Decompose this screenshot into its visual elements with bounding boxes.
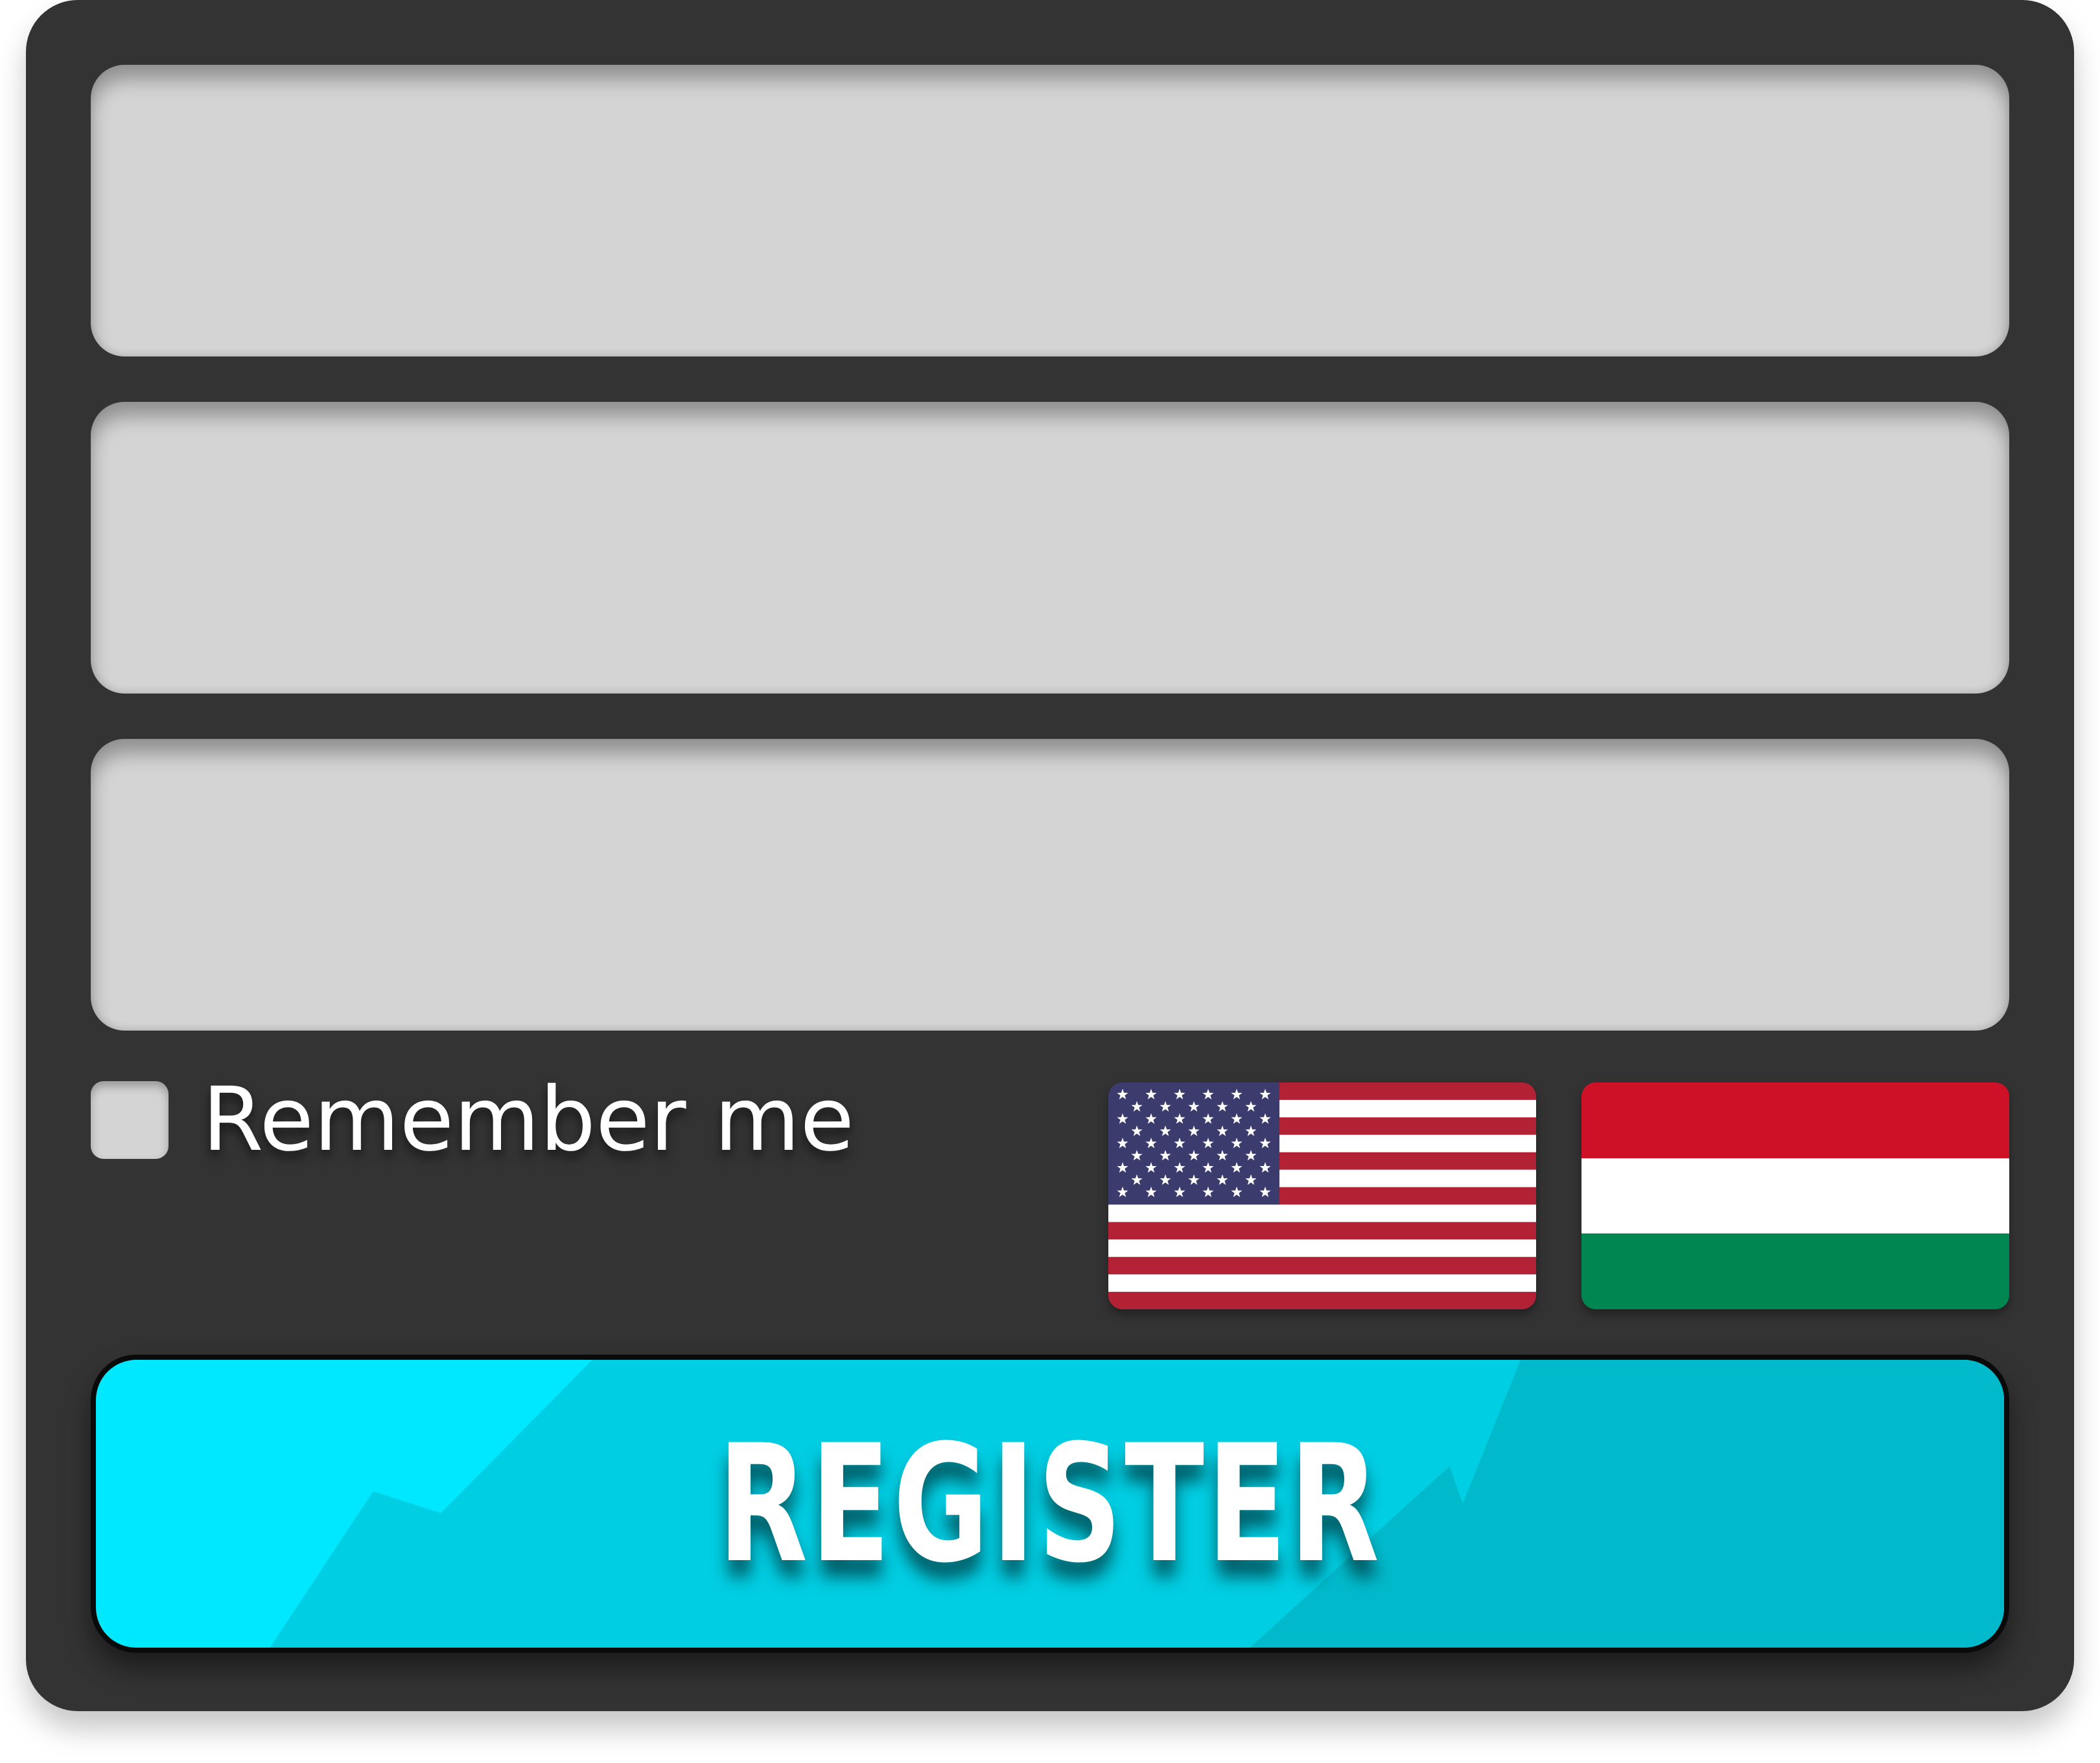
form-field-1[interactable] <box>91 65 2009 356</box>
remember-me-option[interactable]: Remember me <box>91 1076 854 1164</box>
form-field-2[interactable] <box>91 402 2009 694</box>
remember-me-label: Remember me <box>202 1069 854 1171</box>
united-states-flag-icon[interactable] <box>1108 1082 1536 1309</box>
hungary-flag-icon[interactable] <box>1581 1082 2009 1309</box>
register-button[interactable]: REGISTER <box>91 1355 2009 1653</box>
form-field-3[interactable] <box>91 739 2009 1031</box>
remember-me-checkbox[interactable] <box>91 1081 169 1159</box>
register-button-label: REGISTER <box>718 1409 1382 1598</box>
registration-panel: Remember me REGISTER <box>26 0 2074 1711</box>
